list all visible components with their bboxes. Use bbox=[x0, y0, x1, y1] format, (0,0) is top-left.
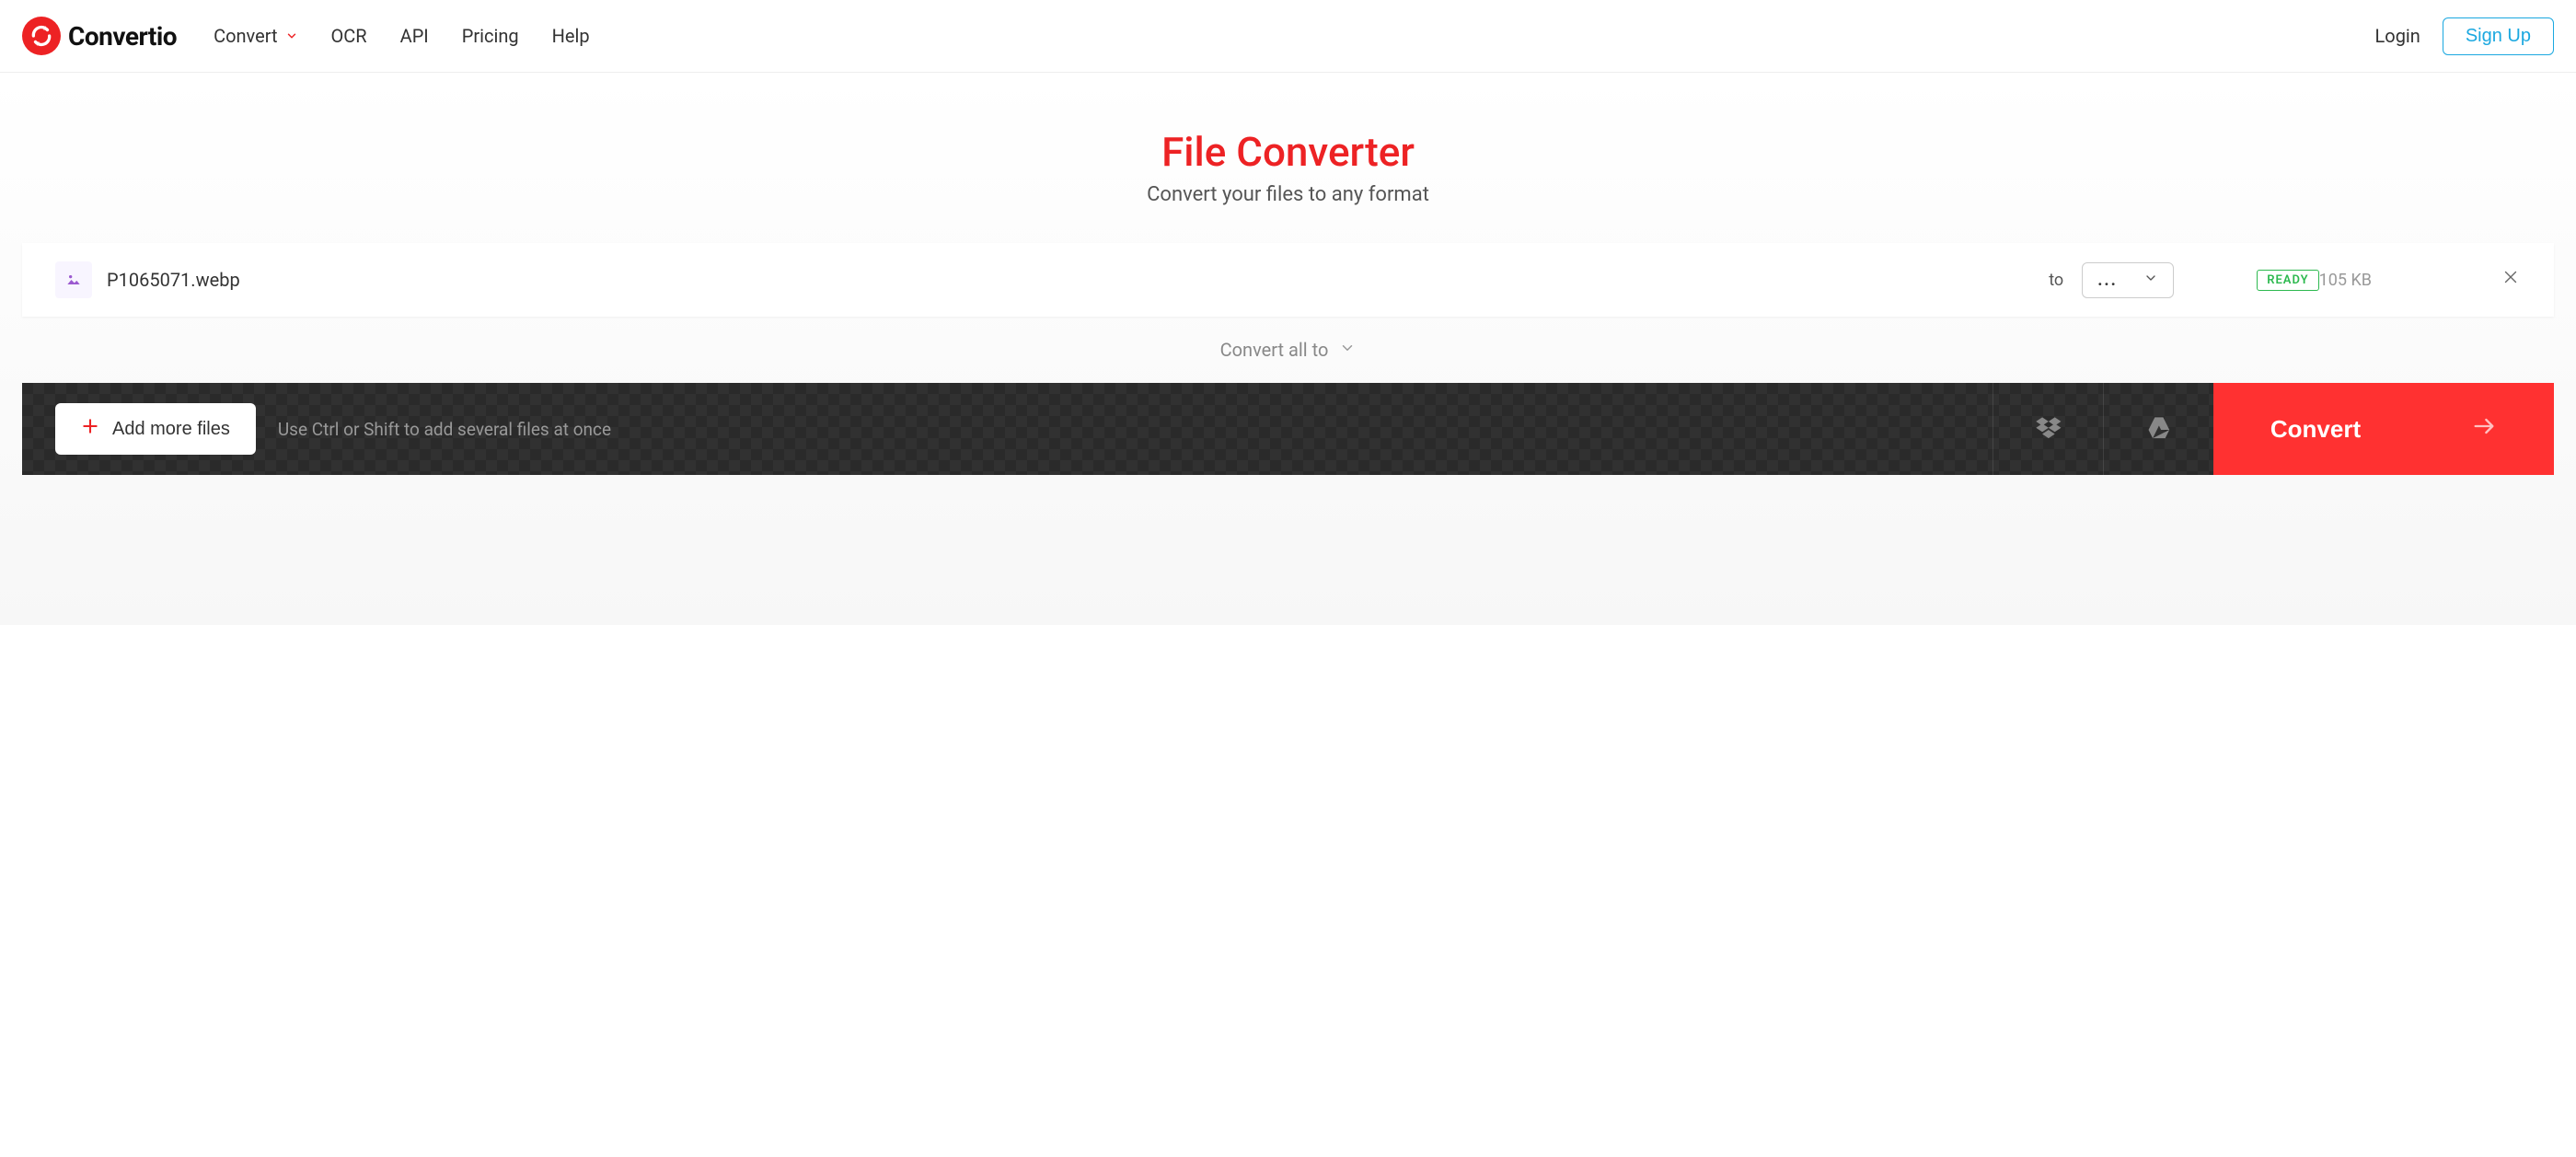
format-placeholder: ... bbox=[2097, 271, 2118, 290]
remove-file-button[interactable] bbox=[2501, 267, 2521, 293]
nav: Convert OCR API Pricing Help bbox=[214, 25, 590, 47]
dropbox-button[interactable] bbox=[1993, 383, 2103, 475]
plus-icon bbox=[81, 416, 99, 442]
logo-icon bbox=[22, 17, 61, 55]
convert-all-row[interactable]: Convert all to bbox=[22, 317, 2554, 383]
format-select[interactable]: ... bbox=[2082, 262, 2174, 298]
nav-api[interactable]: API bbox=[400, 25, 429, 47]
google-drive-button[interactable] bbox=[2103, 383, 2213, 475]
page-title: File Converter bbox=[22, 128, 2554, 176]
add-more-files-label: Add more files bbox=[112, 419, 230, 440]
status-badge: READY bbox=[2257, 270, 2318, 291]
add-more-files-button[interactable]: Add more files bbox=[55, 403, 256, 455]
convert-all-label: Convert all to bbox=[1220, 339, 1329, 361]
logo-text: Convertio bbox=[68, 21, 177, 52]
file-thumbnail-icon bbox=[55, 261, 92, 298]
signup-button[interactable]: Sign Up bbox=[2443, 17, 2554, 55]
convert-button[interactable]: Convert bbox=[2213, 383, 2554, 475]
google-drive-icon bbox=[2144, 414, 2174, 444]
file-name: P1065071.webp bbox=[107, 269, 240, 291]
file-row: P1065071.webp to ... READY 105 KB bbox=[22, 243, 2554, 317]
add-files-section: Add more files Use Ctrl or Shift to add … bbox=[22, 383, 1993, 475]
convert-button-label: Convert bbox=[2270, 415, 2361, 444]
header-left: Convertio Convert OCR API Pricing Help bbox=[22, 17, 590, 55]
main: File Converter Convert your files to any… bbox=[0, 73, 2576, 625]
arrow-right-icon bbox=[2471, 413, 2497, 445]
title-area: File Converter Convert your files to any… bbox=[22, 128, 2554, 206]
page-subtitle: Convert your files to any format bbox=[22, 183, 2554, 206]
chevron-down-icon bbox=[2143, 271, 2158, 289]
nav-convert-label: Convert bbox=[214, 25, 277, 47]
nav-help[interactable]: Help bbox=[552, 25, 590, 47]
nav-pricing[interactable]: Pricing bbox=[462, 25, 519, 47]
file-size: 105 KB bbox=[2319, 271, 2372, 290]
close-icon bbox=[2501, 267, 2521, 287]
nav-ocr[interactable]: OCR bbox=[331, 25, 367, 47]
to-label: to bbox=[2049, 271, 2063, 290]
hint-text: Use Ctrl or Shift to add several files a… bbox=[278, 419, 611, 440]
logo[interactable]: Convertio bbox=[22, 17, 177, 55]
chevron-down-icon bbox=[285, 25, 298, 47]
action-bar: Add more files Use Ctrl or Shift to add … bbox=[22, 383, 2554, 475]
header: Convertio Convert OCR API Pricing Help L… bbox=[0, 0, 2576, 73]
dropbox-icon bbox=[2034, 414, 2063, 444]
header-right: Login Sign Up bbox=[2375, 17, 2554, 55]
nav-convert[interactable]: Convert bbox=[214, 25, 297, 47]
login-link[interactable]: Login bbox=[2375, 25, 2420, 47]
chevron-down-icon bbox=[1339, 340, 1356, 360]
